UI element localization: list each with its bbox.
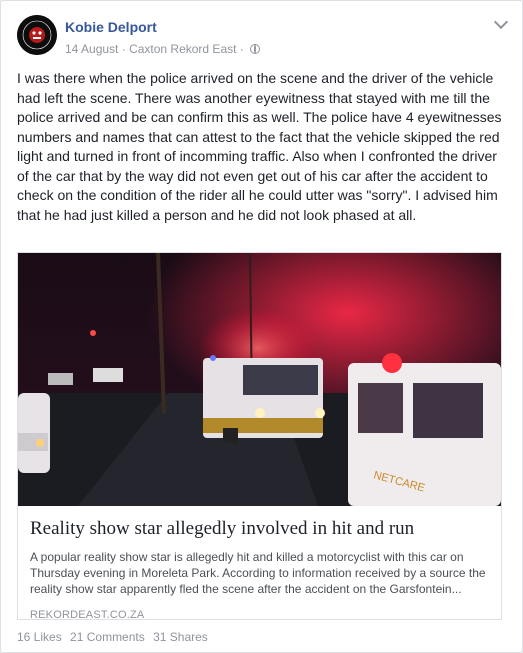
- meta-separator: ·: [236, 41, 248, 56]
- club-logo-icon: [17, 15, 57, 55]
- link-title[interactable]: Reality show star allegedly involved in …: [30, 517, 490, 541]
- avatar[interactable]: [17, 15, 57, 55]
- post-location[interactable]: Caxton Rekord East: [129, 42, 236, 56]
- link-description: A popular reality show star is allegedly…: [30, 550, 486, 596]
- shares-count[interactable]: 31 Shares: [153, 630, 208, 644]
- link-domain: REKORDEAST.CO.ZA: [30, 609, 145, 621]
- author-name[interactable]: Kobie Delport: [65, 19, 157, 35]
- post-card: Kobie Delport 14 August · Caxton Rekord …: [0, 0, 523, 653]
- meta-separator: ·: [118, 41, 130, 56]
- post-stats: 16 Likes 21 Comments 31 Shares: [17, 630, 213, 644]
- likes-count[interactable]: 16 Likes: [17, 630, 62, 644]
- link-preview[interactable]: NETCARE Reality show star allegedly invo…: [17, 252, 502, 621]
- night-accident-scene-image: NETCARE: [18, 253, 501, 506]
- comments-count[interactable]: 21 Comments: [70, 630, 145, 644]
- link-image[interactable]: NETCARE: [18, 253, 501, 506]
- post-meta: 14 August · Caxton Rekord East ·: [65, 41, 261, 56]
- chevron-down-icon[interactable]: [493, 14, 509, 30]
- post-date[interactable]: 14 August: [65, 42, 118, 56]
- link-body[interactable]: Reality show star allegedly involved in …: [30, 517, 490, 621]
- post-text: I was there when the police arrived on t…: [17, 70, 502, 223]
- globe-icon[interactable]: [250, 43, 261, 54]
